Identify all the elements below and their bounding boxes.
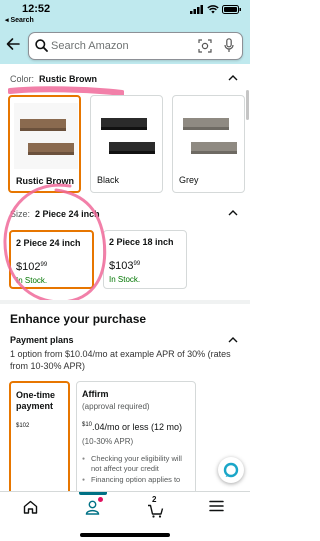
pink-circle-annotation [3,183,107,304]
cart-count: 2 [152,495,157,504]
scrollbar[interactable] [246,90,249,120]
wifi-icon [207,5,219,14]
nav-cart[interactable]: 2 [124,492,186,524]
plan-price: $102 [16,423,30,429]
assistant-icon [223,462,239,478]
plan-bullets: Checking your eligibility will not affec… [82,454,192,486]
chevron-up-icon[interactable] [228,336,238,343]
notification-dot [98,497,103,502]
color-label: Color: Rustic Brown [10,74,98,84]
swatch-grey[interactable]: Grey [172,95,245,193]
selected-color: Rustic Brown [39,74,98,84]
shelf-image [177,102,241,168]
bottom-nav: 2 [0,491,250,523]
search-icon [35,39,48,52]
account-icon [85,500,100,515]
plan-subtitle: (approval required) [82,402,150,411]
plan-price: $10.04/mo or less (12 mo) [82,422,183,432]
payment-plans-title: Payment plans [10,335,74,345]
size-price: $10399 [109,260,141,272]
home-indicator[interactable] [80,533,170,537]
plan-apr: (10-30% APR) [82,437,134,446]
plan-title: Affirm [82,389,109,399]
search-input[interactable] [51,36,191,56]
home-icon [23,500,38,514]
payment-plans-description: 1 option from $10.04/mo at example APR o… [10,349,231,371]
nav-menu[interactable] [186,492,248,524]
home-indicator-area [0,523,250,541]
chevron-up-icon[interactable] [228,74,238,81]
hamburger-menu-icon [209,500,224,512]
signal-icon [190,5,203,14]
nav-account[interactable] [62,492,124,524]
camera-scan-icon[interactable] [198,39,212,53]
search-box[interactable] [28,32,243,60]
list-item: Checking your eligibility will not affec… [82,454,192,474]
size-name: 2 Piece 18 inch [109,237,174,247]
list-item: Financing option applies to [82,475,192,485]
size-card-18-inch[interactable]: 2 Piece 18 inch $10399 In Stock. [103,230,187,289]
microphone-icon[interactable] [224,38,234,53]
back-to-search-app[interactable]: ◂ Search [5,16,34,24]
swatch-name: Grey [179,175,199,185]
shelf-image [14,103,78,169]
plan-affirm[interactable]: Affirm (approval required) $10.04/mo or … [76,381,196,499]
nav-home[interactable] [0,492,62,524]
assistant-button[interactable] [218,457,244,483]
back-arrow-icon[interactable] [6,37,20,51]
cart-icon [148,504,164,518]
clock: 12:52 [22,3,51,15]
chevron-up-icon[interactable] [228,209,238,216]
section-divider [0,300,250,304]
status-icons [190,5,242,14]
battery-icon [222,5,241,14]
search-header [0,28,250,64]
stock-status: In Stock. [109,275,141,284]
plan-one-time[interactable]: One-time payment $102 [9,381,70,499]
shelf-image [95,102,159,168]
plan-title: One-time payment [16,390,56,411]
status-bar: 12:52 ◂ Search [0,0,250,28]
enhance-title: Enhance your purchase [10,312,147,326]
